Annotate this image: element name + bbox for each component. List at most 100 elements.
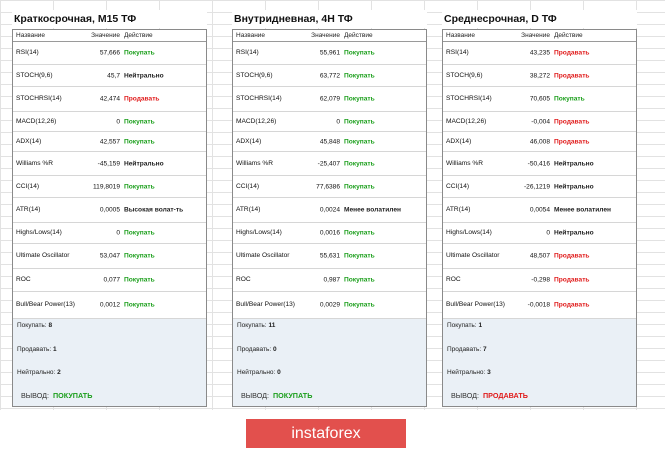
summary-neutral: Нейтрально: 0: [237, 369, 281, 376]
table-row: Bull/Bear Power(13) -0,0018 Продавать: [443, 292, 636, 319]
table-row: MACD(12,26) 0 Покупать: [13, 112, 206, 132]
indicator-action: Продавать: [554, 49, 590, 57]
indicator-name: MACD(12,26): [446, 117, 487, 125]
table-row: STOCHRSI(14) 42,474 Продавать: [13, 87, 206, 112]
indicator-value: 55,961: [319, 49, 340, 57]
table-row: ATR(14) 0,0005 Высокая волат-ть: [13, 198, 206, 223]
table-row: STOCH(9,6) 45,7 Нейтрально: [13, 65, 206, 87]
panel-m15: Краткосрочная, M15 ТФ Название Значение …: [12, 10, 207, 407]
table-row: ATR(14) 0,0024 Менее волатилен: [233, 198, 426, 223]
indicator-name: RSI(14): [16, 49, 39, 56]
indicator-value: 46,008: [529, 138, 550, 145]
indicator-action: Покупать: [344, 301, 375, 309]
summary-block: Покупать: 1 Продавать: 7 Нейтрально: 3 В…: [443, 319, 636, 406]
summary-buy: Покупать: 1: [447, 322, 483, 329]
indicator-name: Ultimate Oscillator: [16, 252, 70, 259]
table-header: Название Значение Действие: [443, 30, 636, 42]
indicator-value: -50,416: [527, 160, 550, 167]
indicator-action: Продавать: [554, 118, 590, 125]
indicator-name: MACD(12,26): [236, 117, 277, 125]
indicator-action: Покупать: [344, 229, 375, 237]
indicator-value: 53,047: [99, 252, 120, 260]
indicator-name: Williams %R: [446, 159, 483, 167]
indicator-name: RSI(14): [236, 49, 259, 56]
indicator-action: Покупать: [124, 276, 155, 284]
table-row: Bull/Bear Power(13) 0,0012 Покупать: [13, 292, 206, 319]
indicator-name: RSI(14): [446, 49, 469, 56]
panel-title: Среднесрочная, D ТФ: [442, 10, 637, 28]
summary-neutral: Нейтрально: 3: [447, 369, 491, 376]
indicator-action: Продавать: [124, 95, 160, 103]
table-row: CCI(14) 119,8019 Покупать: [13, 176, 206, 198]
indicator-action: Покупать: [344, 160, 375, 167]
indicator-action: Покупать: [344, 118, 375, 125]
header-value: Значение: [91, 32, 120, 39]
indicator-value: 0,077: [103, 276, 120, 284]
indicator-value: 0: [116, 118, 120, 125]
indicator-action: Покупать: [124, 252, 155, 260]
summary-verdict: ВЫВОД: ПОКУПАТЬ: [241, 391, 313, 400]
indicator-value: 0: [336, 118, 340, 125]
indicator-action: Покупать: [124, 138, 155, 145]
summary-buy: Покупать: 11: [237, 322, 276, 329]
table-row: Williams %R -50,416 Нейтрально: [443, 152, 636, 176]
indicator-action: Нейтрально: [554, 183, 594, 190]
indicator-action: Продавать: [554, 301, 590, 309]
indicator-value: 0: [116, 229, 120, 237]
indicator-name: Williams %R: [16, 159, 53, 167]
indicator-name: ROC: [236, 276, 251, 283]
table-row: STOCHRSI(14) 62,079 Покупать: [233, 87, 426, 112]
summary-verdict: ВЫВОД: ПОКУПАТЬ: [21, 391, 93, 400]
table-row: RSI(14) 57,666 Покупать: [13, 42, 206, 65]
summary-sell: Продавать: 1: [17, 346, 57, 353]
table-row: ROC 0,077 Покупать: [13, 269, 206, 292]
indicator-value: 38,272: [529, 72, 550, 79]
indicator-value: 77,6386: [316, 183, 340, 190]
indicator-value: 57,666: [99, 49, 120, 57]
indicator-action: Покупать: [344, 252, 375, 260]
table-row: Highs/Lows(14) 0 Нейтрально: [443, 223, 636, 244]
indicator-action: Продавать: [554, 276, 590, 284]
table-row: Ultimate Oscillator 48,507 Продавать: [443, 244, 636, 269]
summary-sell: Продавать: 7: [447, 346, 487, 353]
indicator-name: MACD(12,26): [16, 117, 57, 125]
indicator-name: CCI(14): [16, 182, 40, 190]
table-row: RSI(14) 43,235 Продавать: [443, 42, 636, 65]
indicator-value: 0: [546, 229, 550, 237]
indicator-name: Highs/Lows(14): [236, 229, 282, 236]
summary-verdict: ВЫВОД: ПРОДАВАТЬ: [451, 391, 528, 400]
indicator-name: ATR(14): [446, 206, 471, 213]
summary-block: Покупать: 8 Продавать: 1 Нейтрально: 2 В…: [13, 319, 206, 406]
indicator-table: Название Значение Действие RSI(14) 55,961…: [232, 29, 427, 407]
indicator-value: 0,0005: [99, 206, 120, 214]
table-rows: RSI(14) 55,961 Покупать STOCH(9,6) 63,772 Пок…: [233, 42, 426, 319]
indicator-action: Высокая волат-ть: [124, 206, 184, 214]
indicator-value: -26,1219: [523, 183, 550, 190]
summary-buy: Покупать: 8: [17, 322, 53, 329]
indicator-action: Нейтрально: [124, 160, 164, 167]
indicator-value: 0,0016: [319, 229, 340, 237]
indicator-name: ATR(14): [16, 206, 41, 213]
indicator-table: Название Значение Действие RSI(14) 43,235…: [442, 29, 637, 407]
indicator-name: STOCHRSI(14): [16, 95, 62, 102]
indicator-name: STOCH(9,6): [236, 71, 273, 79]
summary-sell: Продавать: 0: [237, 346, 277, 353]
indicator-name: Highs/Lows(14): [16, 229, 62, 236]
indicator-value: -25,407: [317, 160, 340, 167]
indicator-action: Нейтрально: [124, 72, 164, 79]
indicator-name: STOCH(9,6): [16, 71, 53, 79]
table-row: MACD(12,26) 0 Покупать: [233, 112, 426, 132]
indicator-action: Покупать: [124, 229, 155, 237]
indicator-value: 48,507: [529, 252, 550, 260]
table-row: ADX(14) 42,557 Покупать: [13, 132, 206, 152]
indicator-name: ROC: [446, 276, 461, 283]
table-row: ADX(14) 45,848 Покупать: [233, 132, 426, 152]
indicator-name: ADX(14): [446, 137, 472, 145]
indicator-action: Покупать: [344, 49, 375, 57]
indicator-action: Покупать: [344, 95, 375, 103]
table-row: RSI(14) 55,961 Покупать: [233, 42, 426, 65]
table-row: STOCH(9,6) 63,772 Покупать: [233, 65, 426, 87]
indicator-action: Менее волатилен: [554, 206, 612, 214]
indicator-value: 62,079: [319, 95, 340, 103]
indicator-action: Менее волатилен: [344, 206, 402, 214]
